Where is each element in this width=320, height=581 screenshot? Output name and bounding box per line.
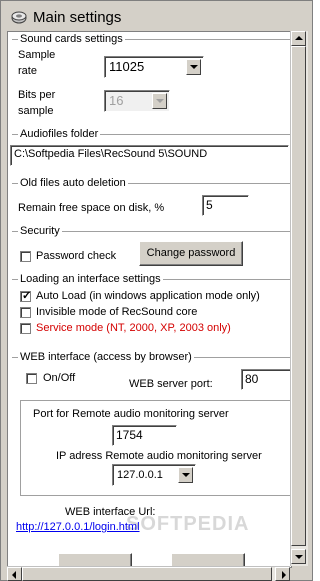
web-server-port-label: WEB server port: xyxy=(129,378,213,390)
window-title: Main settings xyxy=(33,9,122,26)
sample-rate-dropdown-button[interactable] xyxy=(186,59,201,75)
scroll-right-button[interactable] xyxy=(275,567,290,581)
interface-legend: Loading an interface settings xyxy=(18,273,163,285)
checkmark-icon: ✓ xyxy=(22,290,32,302)
web-url-link[interactable]: http://127.0.0.1/login.html xyxy=(16,521,140,533)
arrow-down-icon xyxy=(295,555,303,559)
chevron-down-icon xyxy=(190,65,198,69)
sample-rate-label-2: rate xyxy=(18,65,37,77)
remote-port-label: Port for Remote audio monitoring server xyxy=(33,408,229,420)
free-space-input[interactable]: 5 xyxy=(202,195,249,216)
chevron-down-icon xyxy=(156,99,164,103)
settings-panel[interactable]: Sound cards settings Sample rate 11025 B… xyxy=(7,31,292,568)
change-password-button[interactable]: Change password xyxy=(139,241,243,266)
bits-per-sample-label-2: sample xyxy=(18,105,54,117)
audiofiles-folder-input[interactable]: C:\Softpedia Files\RecSound 5\SOUND xyxy=(10,145,289,166)
audiofiles-legend: Audiofiles folder xyxy=(18,128,101,140)
ip-address-value: 127.0.0.1 xyxy=(117,469,163,481)
arrow-left-icon xyxy=(12,571,16,579)
bits-per-sample-select[interactable]: 16 xyxy=(104,90,170,112)
sample-rate-label: Sample xyxy=(18,49,56,61)
web-url-label: WEB interface Url: xyxy=(65,506,156,518)
security-legend: Security xyxy=(18,225,62,237)
chevron-down-icon xyxy=(182,473,190,477)
auto-load-label: Auto Load (in windows application mode o… xyxy=(36,290,260,302)
remote-port-input[interactable]: 1754 xyxy=(112,425,177,446)
app-icon xyxy=(11,11,27,24)
invisible-mode-checkbox[interactable] xyxy=(20,307,31,318)
web-server-port-input[interactable]: 80 xyxy=(241,369,291,390)
settings-window: Main settings Sound cards settings Sampl… xyxy=(0,0,313,581)
free-space-label: Remain free space on disk, % xyxy=(18,202,165,214)
scroll-left-button[interactable] xyxy=(7,567,22,581)
vertical-scroll-thumb[interactable] xyxy=(291,46,306,546)
service-mode-checkbox[interactable] xyxy=(20,323,31,334)
scroll-up-button[interactable] xyxy=(291,31,306,46)
sample-rate-select[interactable]: 11025 xyxy=(104,56,204,78)
ip-dropdown-button[interactable] xyxy=(178,467,193,483)
horizontal-scroll-thumb[interactable] xyxy=(22,567,272,581)
password-check-checkbox[interactable] xyxy=(20,251,31,262)
bits-dropdown-button[interactable] xyxy=(152,93,167,109)
invisible-mode-label: Invisible mode of RecSound core xyxy=(36,306,198,318)
password-check-label: Password check xyxy=(36,250,117,262)
arrow-right-icon xyxy=(282,571,286,579)
web-onoff-checkbox[interactable] xyxy=(26,373,37,384)
auto-load-checkbox[interactable]: ✓ xyxy=(20,290,32,302)
title-bar: Main settings xyxy=(3,3,309,31)
horizontal-scrollbar[interactable] xyxy=(7,566,290,581)
ip-address-label: IP adress Remote audio monitoring server xyxy=(56,450,262,462)
scroll-down-button[interactable] xyxy=(291,549,306,564)
bits-per-sample-value: 16 xyxy=(109,93,124,108)
vertical-scrollbar[interactable] xyxy=(290,31,308,566)
web-onoff-label: On/Off xyxy=(43,372,76,384)
arrow-up-icon xyxy=(295,36,303,40)
service-mode-label: Service mode (NT, 2000, XP, 2003 only) xyxy=(36,322,231,334)
web-interface-legend: WEB interface (access by browser) xyxy=(18,351,194,363)
sound-cards-legend: Sound cards settings xyxy=(18,33,125,45)
ip-address-select[interactable]: 127.0.0.1 xyxy=(112,464,196,486)
old-files-legend: Old files auto deletion xyxy=(18,177,128,189)
sample-rate-value: 11025 xyxy=(109,59,145,74)
bits-per-sample-label: Bits per xyxy=(18,89,56,101)
